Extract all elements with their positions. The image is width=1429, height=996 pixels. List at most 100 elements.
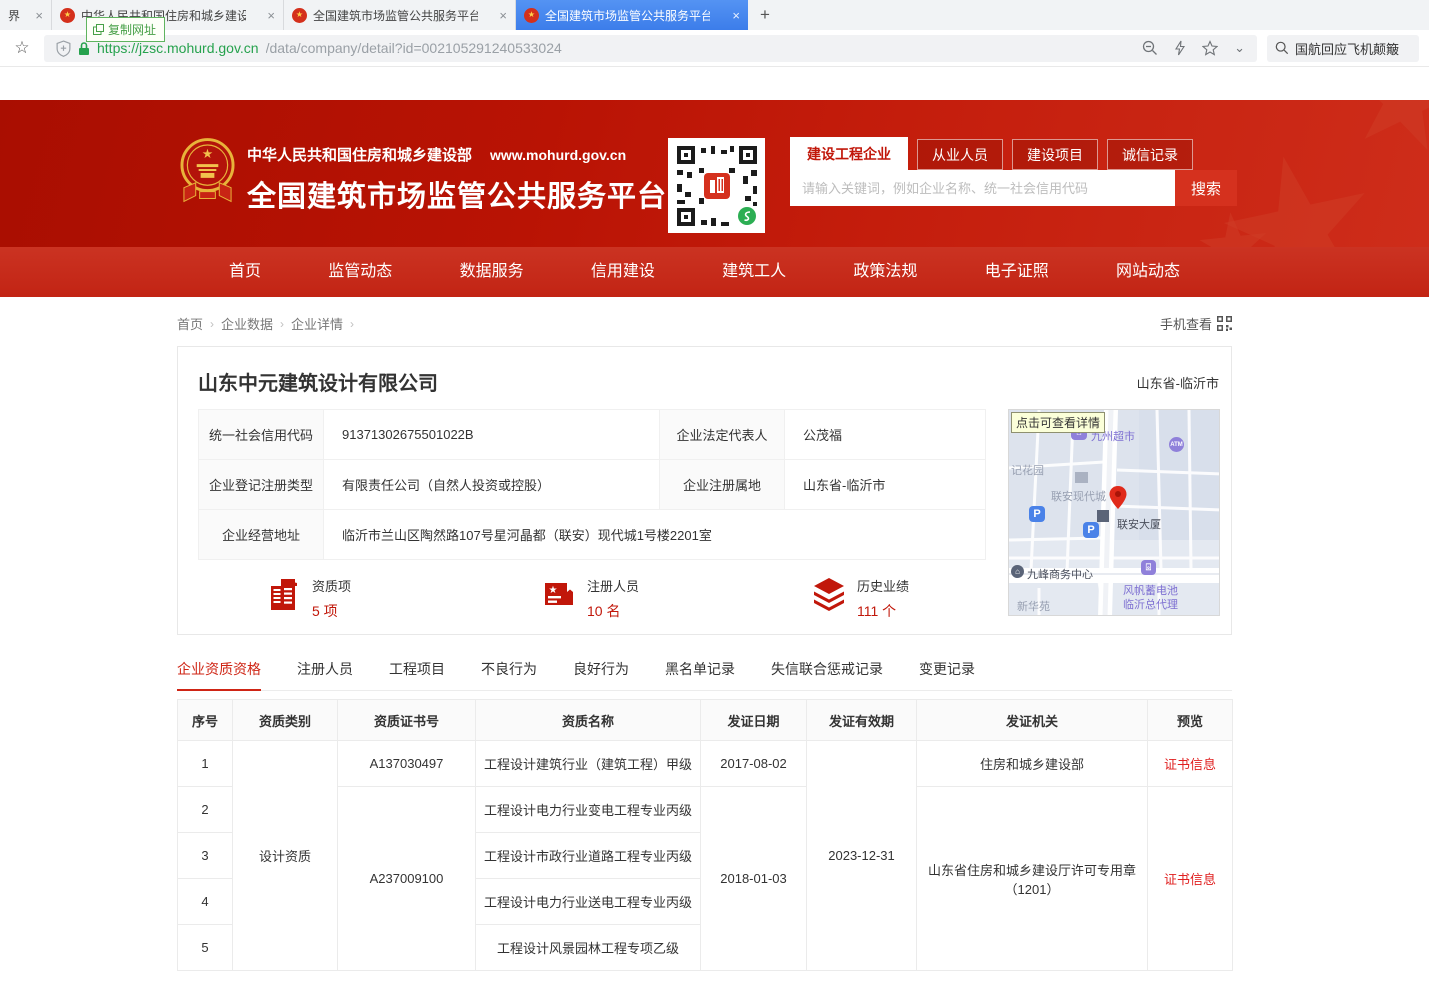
close-icon[interactable]: × <box>499 8 507 23</box>
breadcrumb-separator: › <box>280 317 284 331</box>
company-location-map[interactable]: 点击可查看详情 ⌂ 九州超市 ATM 记花园 联安现代城 联安大厦 P P ⌂ … <box>1008 409 1220 616</box>
nav-item-site-news[interactable]: 网站动态 <box>1116 247 1180 297</box>
search-tab-projects[interactable]: 建设项目 <box>1012 139 1098 170</box>
qualification-table: 序号 资质类别 资质证书号 资质名称 发证日期 发证有效期 发证机关 预览 1 … <box>177 699 1233 971</box>
cell-qual-name: 工程设计风景园林工程专项乙级 <box>476 925 701 971</box>
mobile-view-link[interactable]: 手机查看 <box>1160 314 1232 333</box>
platform-title: 全国建筑市场监管公共服务平台 <box>247 173 667 215</box>
field-label: 企业注册属地 <box>660 460 785 510</box>
url-path: /data/company/detail?id=0021052912405330… <box>266 40 1136 56</box>
field-value: 有限责任公司（自然人投资或控股） <box>324 460 660 510</box>
flash-save-icon[interactable] <box>1174 40 1186 56</box>
search-icon <box>1275 41 1289 55</box>
copy-url-tooltip: 复制网址 <box>86 17 165 42</box>
tab-qualifications[interactable]: 企业资质资格 <box>177 659 261 690</box>
nav-item-policies[interactable]: 政策法规 <box>853 247 917 297</box>
cell-authority: 住房和城乡建设部 <box>917 741 1148 787</box>
layers-icon <box>811 576 847 612</box>
parking-poi-icon: P <box>1029 506 1045 522</box>
nav-item-home[interactable]: 首页 <box>229 247 261 297</box>
gov-emblem-favicon-icon: ★ <box>292 8 307 23</box>
browser-tab-jzsc-1[interactable]: ★ 全国建筑市场监管公共服务平台 × <box>284 0 516 30</box>
bookmark-star-icon[interactable]: ☆ <box>10 38 34 58</box>
certificate-info-link[interactable]: 证书信息 <box>1164 757 1216 772</box>
nav-item-data-services[interactable]: 数据服务 <box>460 247 524 297</box>
tab-registered-personnel[interactable]: 注册人员 <box>297 659 353 690</box>
tab-dishonesty-records[interactable]: 失信联合惩戒记录 <box>771 659 883 690</box>
keyword-search-input[interactable] <box>790 170 1175 206</box>
cell-qual-name: 工程设计市政行业道路工程专业丙级 <box>476 833 701 879</box>
copy-url-tooltip-label: 复制网址 <box>108 21 156 38</box>
tab-good-behavior[interactable]: 良好行为 <box>573 659 629 690</box>
close-icon[interactable]: × <box>267 8 275 23</box>
company-name: 山东中元建筑设计有限公司 <box>198 367 438 396</box>
cell-cert-no: A237009100 <box>338 787 476 971</box>
cell-issue-date: 2017-08-02 <box>701 741 807 787</box>
field-value: 91371302675501022B <box>324 410 660 460</box>
cell-preview: 证书信息 <box>1148 741 1233 787</box>
cell-qual-name: 工程设计建筑行业（建筑工程）甲级 <box>476 741 701 787</box>
company-stats: 资质项 5 项 ★ 注册人员 10 名 <box>198 572 986 624</box>
map-label-garden: 记花园 <box>1011 462 1044 478</box>
secure-lock-icon <box>78 41 90 56</box>
quick-search-box[interactable]: 国航回应飞机颠簸 <box>1267 35 1419 62</box>
browser-tab-jzsc-active[interactable]: ★ 全国建筑市场监管公共服务平台 × <box>516 0 748 30</box>
shield-permission-icon[interactable] <box>56 40 71 57</box>
breadcrumb-company-data[interactable]: 企业数据 <box>221 314 273 333</box>
map-label-xinhuayuan: 新华苑 <box>1017 598 1050 614</box>
close-icon[interactable]: × <box>35 8 43 23</box>
cell-qual-name: 工程设计电力行业变电工程专业丙级 <box>476 787 701 833</box>
stat-value: 10 名 <box>587 601 639 621</box>
stat-label: 资质项 <box>312 576 351 595</box>
tab-projects[interactable]: 工程项目 <box>389 659 445 690</box>
tab-blacklist[interactable]: 黑名单记录 <box>665 659 735 690</box>
copy-icon <box>93 24 104 35</box>
tab-change-records[interactable]: 变更记录 <box>919 659 975 690</box>
stat-value: 5 项 <box>312 601 351 621</box>
browser-tab-partial[interactable]: 界 × <box>0 0 52 30</box>
company-summary-card: 山东中元建筑设计有限公司 山东省-临沂市 统一社会信用代码 9137130267… <box>177 346 1232 635</box>
field-label: 企业登记注册类型 <box>199 460 324 510</box>
chevron-down-icon[interactable]: ⌄ <box>1234 40 1245 56</box>
stat-value: 111 个 <box>857 601 909 621</box>
platform-qr-code <box>668 138 765 233</box>
field-label: 企业法定代表人 <box>660 410 785 460</box>
nav-item-credit-building[interactable]: 信用建设 <box>591 247 655 297</box>
company-region: 山东省-临沂市 <box>1137 373 1219 392</box>
qr-code-icon <box>673 142 761 230</box>
business-center-poi-icon: ⌂ <box>1011 565 1024 578</box>
field-value: 公茂福 <box>785 410 986 460</box>
site-title-block: 中华人民共和国住房和城乡建设部 www.mohurd.gov.cn 全国建筑市场… <box>247 144 667 215</box>
address-bar[interactable]: https://jzsc.mohurd.gov.cn /data/company… <box>44 35 1257 62</box>
search-tab-practitioners[interactable]: 从业人员 <box>917 139 1003 170</box>
search-button[interactable]: 搜索 <box>1175 170 1237 206</box>
breadcrumb: 首页 › 企业数据 › 企业详情 › 手机查看 <box>177 314 1232 333</box>
stat-historical-projects: 历史业绩 111 个 <box>811 576 909 621</box>
browser-toolbar: ☆ https://jzsc.mohurd.gov.cn /data/compa… <box>0 30 1429 67</box>
stat-qualifications: 资质项 5 项 <box>266 576 351 621</box>
certificate-info-link[interactable]: 证书信息 <box>1164 872 1216 887</box>
site-header: ★ 中华人民共和国住房和城乡建设部 www.mohurd.gov.cn 全国建筑… <box>0 100 1429 247</box>
url-host: https://jzsc.mohurd.gov.cn <box>97 40 259 56</box>
main-navigation: 首页 监管动态 数据服务 信用建设 建筑工人 政策法规 电子证照 网站动态 <box>0 247 1429 297</box>
tab-label: 全国建筑市场监管公共服务平台 <box>313 7 478 24</box>
favorite-star-icon[interactable] <box>1202 40 1218 56</box>
nav-item-e-certificates[interactable]: 电子证照 <box>985 247 1049 297</box>
tab-bad-behavior[interactable]: 不良行为 <box>481 659 537 690</box>
close-icon[interactable]: × <box>732 8 740 23</box>
cell-seq: 2 <box>178 787 233 833</box>
breadcrumb-home[interactable]: 首页 <box>177 314 203 333</box>
building-icon <box>266 576 302 612</box>
zoom-out-icon[interactable] <box>1142 40 1158 56</box>
table-row: 1 设计资质 A137030497 工程设计建筑行业（建筑工程）甲级 2017-… <box>178 741 1233 787</box>
new-tab-button[interactable]: + <box>748 0 782 30</box>
nav-item-supervision-news[interactable]: 监管动态 <box>328 247 392 297</box>
quick-search-text: 国航回应飞机颠簸 <box>1295 39 1399 58</box>
cell-seq: 5 <box>178 925 233 971</box>
map-label-business-center: 九峰商务中心 <box>1027 566 1093 582</box>
svg-text:★: ★ <box>549 585 558 596</box>
search-tab-credit-records[interactable]: 诚信记录 <box>1107 139 1193 170</box>
nav-item-construction-workers[interactable]: 建筑工人 <box>722 247 786 297</box>
cell-valid-until: 2023-12-31 <box>807 741 917 971</box>
search-tab-construction-enterprise[interactable]: 建设工程企业 <box>790 137 908 170</box>
